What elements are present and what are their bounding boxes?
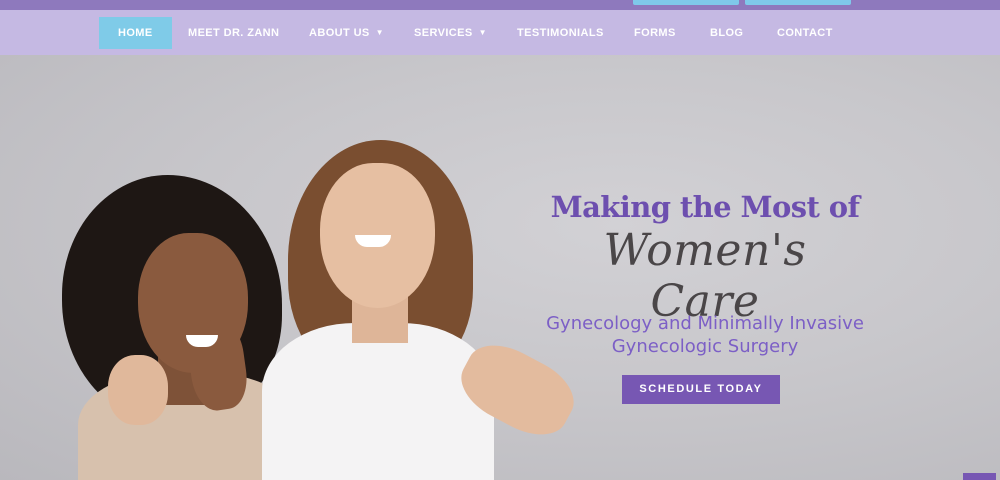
photo-shape [108,355,168,425]
nav-item-label: TESTIMONIALS [517,27,604,39]
chevron-down-icon: ▼ [478,28,487,37]
nav-item-testimonials[interactable]: TESTIMONIALS [517,17,604,49]
top-action-button-1[interactable] [633,0,739,5]
nav-item-label: SERVICES [414,27,473,39]
nav-item-blog[interactable]: BLOG [710,17,743,49]
hero-subtitle-line-1: Gynecology and Minimally Invasive [546,313,864,334]
nav-item-about-us[interactable]: ABOUT US ▼ [309,17,384,49]
chevron-down-icon: ▼ [375,28,384,37]
top-action-button-2[interactable] [745,0,851,5]
nav-item-label: BLOG [710,27,744,39]
top-bar [0,0,1000,10]
hero-subtitle-line-2: Gynecologic Surgery [611,336,799,357]
schedule-today-button[interactable]: SCHEDULE TODAY [622,375,780,404]
hero-subtitle: Gynecology and Minimally Invasive Gyneco… [530,312,880,358]
nav-item-forms[interactable]: FORMS [634,17,676,49]
hero-banner: Making the Most of Women's Care Gynecolo… [0,55,1000,480]
nav-item-services[interactable]: SERVICES ▼ [414,17,487,49]
nav-item-label: HOME [118,27,153,39]
main-navigation: HOME MEET DR. ZANN ABOUT US ▼ SERVICES ▼ T… [0,10,1000,55]
photo-shape [262,323,494,480]
nav-item-meet-dr-zann[interactable]: MEET DR. ZANN [188,17,279,49]
hero-headline: Making the Most of [550,190,860,224]
scroll-to-top-button[interactable] [963,473,996,480]
nav-item-home[interactable]: HOME [99,17,172,49]
nav-item-label: MEET DR. ZANN [188,27,280,39]
nav-item-label: ABOUT US [309,27,370,39]
nav-item-contact[interactable]: CONTACT [777,17,833,49]
nav-item-label: CONTACT [777,27,833,39]
nav-item-label: FORMS [634,27,676,39]
